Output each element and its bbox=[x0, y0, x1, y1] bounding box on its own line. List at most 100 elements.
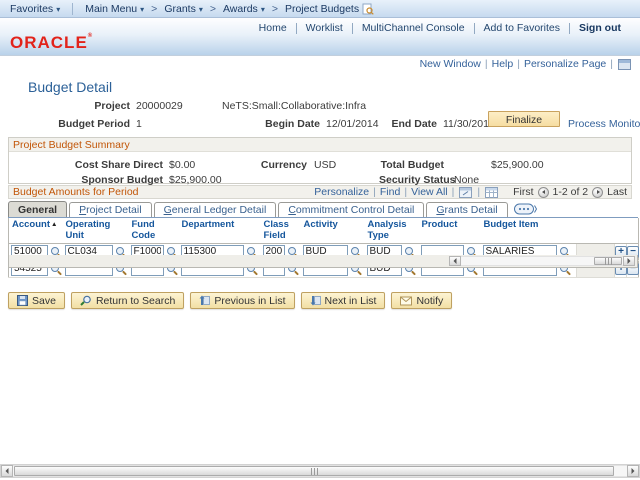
grid-scroll-row bbox=[8, 255, 638, 268]
caret-down-icon bbox=[199, 3, 203, 15]
summary-section-header: Project Budget Summary bbox=[9, 138, 631, 152]
zoom-popup-icon[interactable] bbox=[459, 186, 473, 198]
find-link[interactable]: Find bbox=[380, 186, 400, 198]
cost-share-direct-value: $0.00 bbox=[169, 159, 196, 171]
column-header-activity[interactable]: Activity bbox=[300, 218, 365, 244]
link-divider: | bbox=[404, 186, 408, 198]
tab-label: General Ledger Detail bbox=[163, 204, 267, 216]
page-scroll-left-arrow[interactable] bbox=[1, 465, 13, 477]
return-to-search-icon bbox=[80, 295, 92, 306]
scroll-grip-icon bbox=[313, 467, 315, 475]
project-value: 20000029 bbox=[136, 100, 183, 112]
grid-title: Budget Amounts for Period bbox=[13, 186, 139, 198]
link-divider: | bbox=[451, 186, 455, 198]
previous-in-list-icon bbox=[199, 295, 211, 306]
column-label: Department bbox=[181, 219, 235, 230]
main-menu[interactable]: Main Menu bbox=[81, 3, 148, 15]
column-label: Class Field bbox=[263, 219, 289, 241]
tab-general-ledger-detail[interactable]: General Ledger Detail bbox=[153, 202, 277, 217]
column-header-fund-code[interactable]: Fund Code bbox=[128, 218, 179, 244]
tab-label: Project Detail bbox=[79, 204, 142, 216]
worklist-link[interactable]: Worklist bbox=[297, 22, 352, 34]
budget-period-value: 1 bbox=[136, 118, 142, 130]
column-label: Product bbox=[421, 219, 458, 230]
home-link[interactable]: Home bbox=[250, 22, 296, 34]
grid-pager: First 1-2 of 2 Last bbox=[513, 186, 627, 198]
pager-next-icon[interactable] bbox=[592, 186, 604, 198]
page-horizontal-scrollbar[interactable] bbox=[0, 464, 640, 478]
cost-share-direct-label: Cost Share Direct bbox=[74, 159, 163, 171]
column-header-delete bbox=[626, 218, 639, 244]
pager-previous-icon[interactable] bbox=[537, 186, 549, 198]
column-header-department[interactable]: Department bbox=[178, 218, 261, 244]
column-header-class-field[interactable]: Class Field bbox=[260, 218, 301, 244]
tab-commitment-control-detail[interactable]: Commitment Control Detail bbox=[278, 202, 425, 217]
budget-amounts-grid: Account Operating Unit Fund Code Departm… bbox=[8, 218, 639, 278]
column-header-budget-item[interactable]: Budget Item bbox=[480, 218, 577, 244]
tab-general[interactable]: General bbox=[8, 201, 68, 217]
save-button[interactable]: Save bbox=[8, 292, 65, 309]
personalize-page-link[interactable]: Personalize Page bbox=[524, 58, 606, 70]
grid-scroll-right-arrow[interactable] bbox=[623, 256, 635, 266]
pager-last-link[interactable]: Last bbox=[607, 186, 627, 198]
banner-links: Home Worklist MultiChannel Console Add t… bbox=[250, 22, 630, 34]
breadcrumb: Favorites Main Menu Grants Awards Projec… bbox=[0, 0, 640, 18]
previous-in-list-button[interactable]: Previous in List bbox=[190, 292, 295, 309]
breadcrumb-item-awards[interactable]: Awards bbox=[219, 3, 269, 15]
download-icon[interactable] bbox=[485, 186, 499, 198]
column-header-operating-unit[interactable]: Operating Unit bbox=[62, 218, 129, 244]
process-monitor-link[interactable]: Process Monitor bbox=[568, 118, 640, 130]
grid-scroll-track[interactable] bbox=[461, 256, 623, 266]
sign-out-link[interactable]: Sign out bbox=[570, 22, 630, 34]
finalize-button[interactable]: Finalize bbox=[488, 111, 560, 127]
view-all-link[interactable]: View All bbox=[411, 186, 448, 198]
total-budget-label: Total Budget bbox=[380, 159, 444, 171]
page-scroll-right-arrow[interactable] bbox=[627, 465, 639, 477]
column-header-account[interactable]: Account bbox=[8, 218, 63, 244]
breadcrumb-item-grants[interactable]: Grants bbox=[160, 3, 207, 15]
next-in-list-icon bbox=[310, 295, 321, 306]
tab-project-detail[interactable]: Project Detail bbox=[69, 202, 152, 217]
add-to-favorites-link[interactable]: Add to Favorites bbox=[475, 22, 569, 34]
notify-icon bbox=[400, 296, 413, 306]
new-window-link[interactable]: New Window bbox=[420, 58, 481, 70]
link-divider: | bbox=[610, 58, 613, 70]
page-search-icon[interactable] bbox=[362, 3, 374, 15]
next-in-list-button[interactable]: Next in List bbox=[300, 292, 386, 309]
multichannel-console-link[interactable]: MultiChannel Console bbox=[353, 22, 474, 34]
column-label: Analysis Type bbox=[367, 219, 407, 241]
tab-grants-detail[interactable]: Grants Detail bbox=[426, 202, 508, 217]
show-all-columns-icon[interactable] bbox=[513, 203, 537, 215]
page-toolbar: New Window | Help | Personalize Page | bbox=[420, 58, 632, 70]
scroll-grip-icon bbox=[607, 257, 609, 265]
button-label: Previous in List bbox=[214, 294, 286, 307]
pager-first-link[interactable]: First bbox=[513, 186, 533, 198]
column-header-product[interactable]: Product bbox=[418, 218, 481, 244]
button-label: Notify bbox=[416, 294, 444, 307]
column-label: Activity bbox=[303, 219, 338, 230]
budget-detail-page: Favorites Main Menu Grants Awards Projec… bbox=[0, 0, 640, 480]
save-icon bbox=[17, 295, 28, 306]
grid-horizontal-scrollbar[interactable] bbox=[449, 256, 635, 266]
column-label: Budget Item bbox=[483, 219, 539, 230]
personalize-link[interactable]: Personalize bbox=[314, 186, 369, 198]
column-header-analysis-type[interactable]: Analysis Type bbox=[364, 218, 419, 244]
return-to-search-button[interactable]: Return to Search bbox=[70, 292, 185, 309]
tab-label: General bbox=[18, 203, 58, 216]
grid-scroll-thumb[interactable] bbox=[594, 257, 622, 265]
favorites-menu[interactable]: Favorites bbox=[6, 3, 64, 15]
page-scroll-thumb[interactable] bbox=[14, 466, 614, 476]
column-label: Operating Unit bbox=[65, 219, 111, 241]
help-link[interactable]: Help bbox=[492, 58, 514, 70]
breadcrumb-item-label: Grants bbox=[164, 2, 196, 15]
notify-button[interactable]: Notify bbox=[391, 292, 453, 309]
grid-scroll-left-arrow[interactable] bbox=[449, 256, 461, 266]
breadcrumb-item-label: Awards bbox=[222, 2, 258, 15]
content-area: New Window | Help | Personalize Page | B… bbox=[0, 56, 640, 480]
layout-icon[interactable] bbox=[618, 58, 631, 70]
begin-date-value: 12/01/2014 bbox=[326, 118, 379, 130]
page-scroll-track[interactable] bbox=[13, 465, 627, 477]
action-toolbar: Save Return to Search Previous in List N… bbox=[8, 292, 458, 309]
breadcrumb-item-project-budgets[interactable]: Project Budgets bbox=[281, 3, 378, 15]
end-date-label: End Date bbox=[391, 118, 437, 130]
